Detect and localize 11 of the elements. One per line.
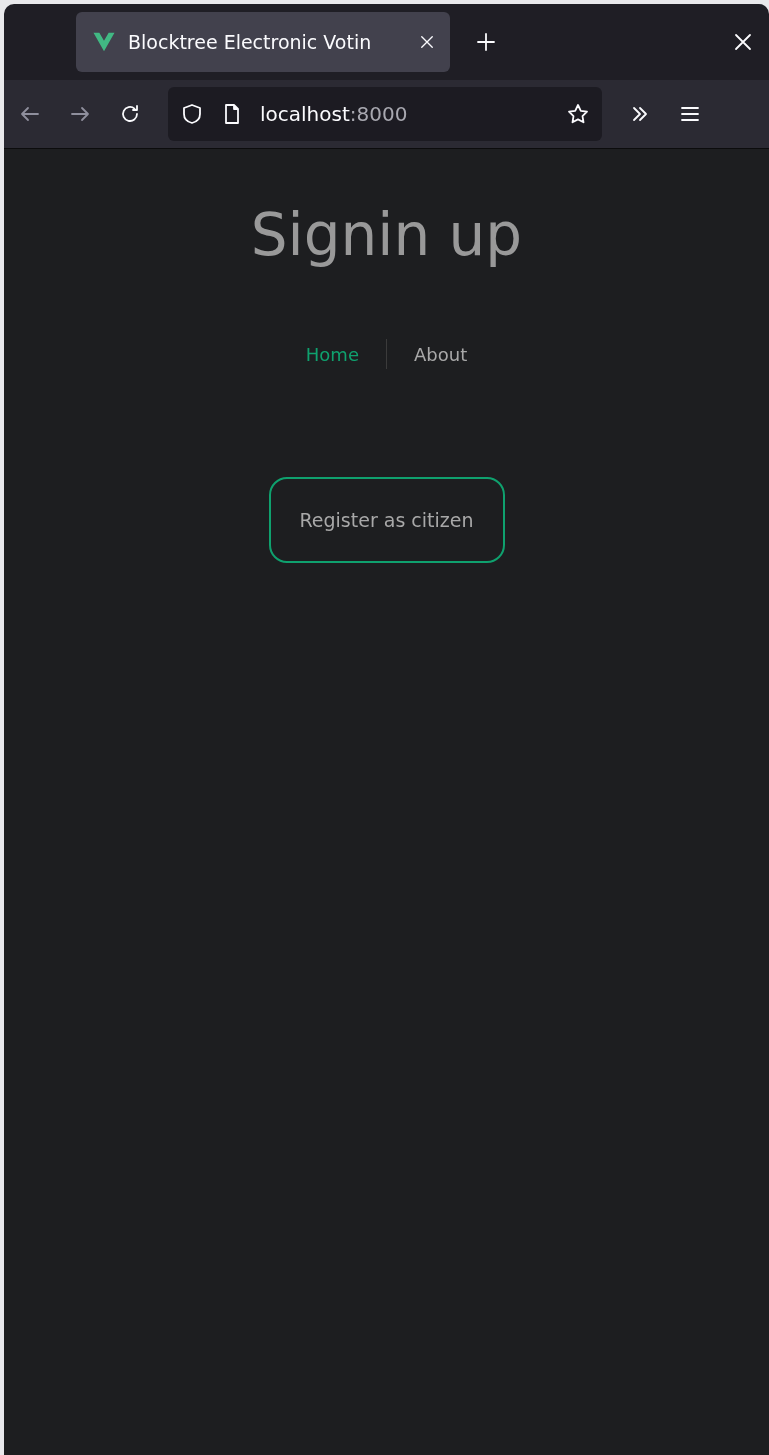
register-button[interactable]: Register as citizen [268, 477, 505, 563]
url-field[interactable]: localhost:8000 [168, 87, 602, 141]
page-title: Signin up [250, 201, 523, 269]
nav-link[interactable]: Home [278, 339, 386, 369]
close-icon[interactable] [418, 33, 436, 51]
star-icon[interactable] [566, 102, 590, 126]
shield-icon [180, 102, 204, 126]
nav-link[interactable]: About [386, 339, 495, 369]
browser-tab[interactable]: Blocktree Electronic Votin [76, 12, 450, 72]
plus-icon[interactable] [474, 30, 498, 54]
url-text: localhost:8000 [260, 102, 408, 126]
